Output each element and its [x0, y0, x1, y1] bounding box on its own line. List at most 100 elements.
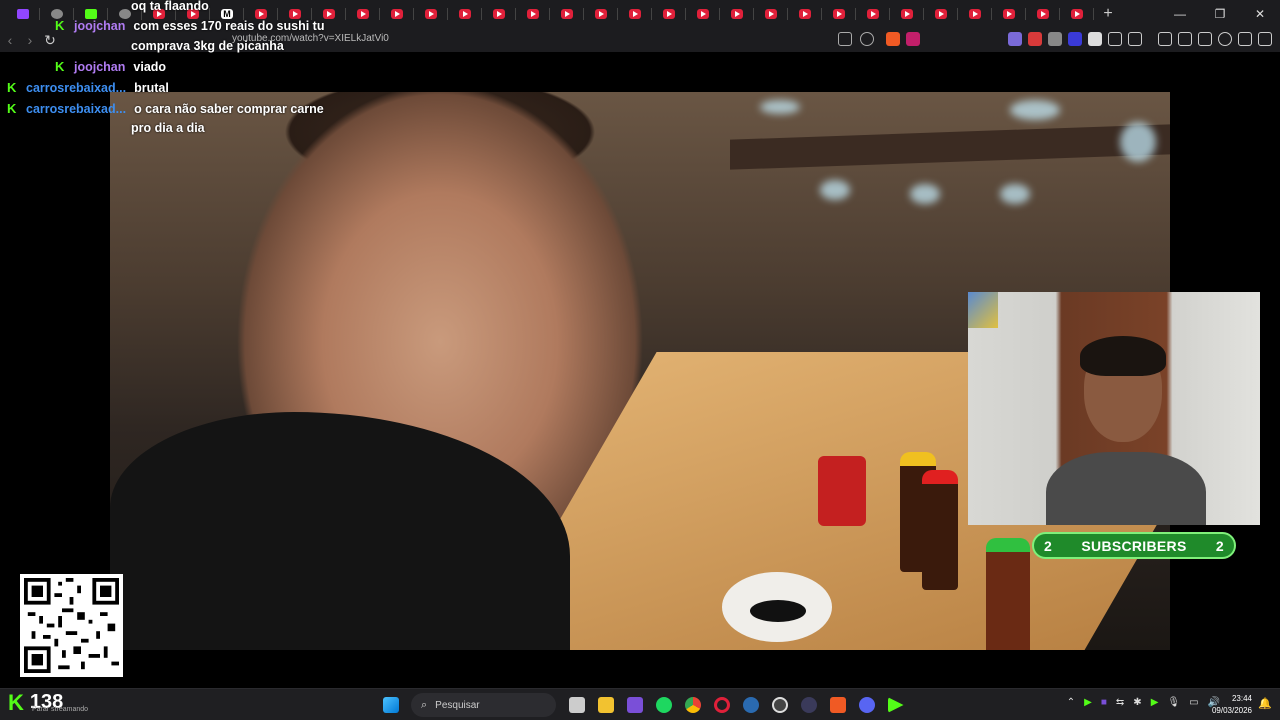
- tab-youtube[interactable]: [1060, 3, 1094, 25]
- extension-icon[interactable]: [1008, 32, 1022, 46]
- spotify-button[interactable]: [649, 692, 678, 718]
- tab-youtube[interactable]: [652, 3, 686, 25]
- chat-username[interactable]: joojchan: [74, 16, 125, 36]
- tray-app-icon[interactable]: ✱: [1133, 697, 1141, 708]
- back-icon[interactable]: ‹: [0, 32, 20, 48]
- extension-icon[interactable]: [1068, 32, 1082, 46]
- tab-youtube[interactable]: [414, 3, 448, 25]
- tab-youtube[interactable]: [992, 3, 1026, 25]
- chat-message-text: viado: [133, 60, 167, 74]
- folder-icon: [597, 697, 614, 713]
- tab-youtube[interactable]: [720, 3, 754, 25]
- youtube-icon: [425, 9, 437, 19]
- taskbar-apps: ⌕ Pesquisar: [376, 692, 910, 718]
- tab-youtube[interactable]: [380, 3, 414, 25]
- new-tab-button[interactable]: +: [1094, 5, 1122, 23]
- chat-username[interactable]: carrosrebaixad...: [26, 78, 126, 98]
- tray-app-icon[interactable]: ■: [1101, 697, 1107, 708]
- light: [1120, 122, 1156, 162]
- app-button[interactable]: [881, 692, 910, 718]
- microphone-icon[interactable]: 🎙: [1167, 697, 1180, 708]
- steam-button[interactable]: [736, 692, 765, 718]
- opera-icon: [713, 697, 730, 713]
- soda-can: [818, 456, 866, 526]
- tab-youtube[interactable]: [550, 3, 584, 25]
- brave-icon: [829, 697, 846, 713]
- close-button[interactable]: ✕: [1240, 0, 1280, 28]
- tab-youtube[interactable]: [686, 3, 720, 25]
- chevron-up-icon[interactable]: ⌃: [1067, 697, 1075, 708]
- discord-button[interactable]: [852, 692, 881, 718]
- app-button[interactable]: [620, 692, 649, 718]
- tray-app-icon[interactable]: ▶: [1151, 697, 1159, 708]
- subscribers-left-count: 2: [1044, 537, 1053, 554]
- notification-icon[interactable]: 🔔: [1258, 697, 1272, 710]
- vpn-icon[interactable]: [1238, 32, 1252, 46]
- menu-icon[interactable]: [1258, 32, 1272, 46]
- extension-icon[interactable]: [1028, 32, 1042, 46]
- start-button[interactable]: [376, 692, 405, 718]
- task-view-button[interactable]: [562, 692, 591, 718]
- soy-sauce: [750, 600, 806, 622]
- brave-shields-icon[interactable]: [886, 32, 900, 46]
- cast-icon[interactable]: [838, 32, 852, 46]
- tab-twitch[interactable]: [6, 3, 40, 25]
- music-icon[interactable]: [1158, 32, 1172, 46]
- sidebar-icon[interactable]: [1178, 32, 1192, 46]
- chrome-button[interactable]: [678, 692, 707, 718]
- share-icon[interactable]: [860, 32, 874, 46]
- brave-button[interactable]: [823, 692, 852, 718]
- tab-youtube[interactable]: [346, 3, 380, 25]
- tab-youtube[interactable]: [448, 3, 482, 25]
- tab-youtube[interactable]: [618, 3, 652, 25]
- chat-username[interactable]: joojchan: [74, 57, 125, 77]
- tray-app-icon[interactable]: ⇆: [1116, 697, 1124, 708]
- brave-rewards-icon[interactable]: [906, 32, 920, 46]
- chat-message-text: brutal: [134, 81, 169, 95]
- chrome-icon: [684, 697, 701, 713]
- youtube-icon: [391, 9, 403, 19]
- tab-youtube[interactable]: [856, 3, 890, 25]
- opera-button[interactable]: [707, 692, 736, 718]
- tab-youtube[interactable]: [890, 3, 924, 25]
- youtube-icon: [595, 9, 607, 19]
- app-button[interactable]: [794, 692, 823, 718]
- kick-badge-icon: [7, 78, 19, 98]
- puzzle-icon[interactable]: [1108, 32, 1122, 46]
- wallet-icon[interactable]: [1198, 32, 1212, 46]
- tab-youtube[interactable]: [516, 3, 550, 25]
- extension-icon[interactable]: [1088, 32, 1102, 46]
- chat-message-text: pro dia a dia: [131, 121, 205, 135]
- obs-button[interactable]: [765, 692, 794, 718]
- extension-icon[interactable]: [1048, 32, 1062, 46]
- network-icon[interactable]: ▭: [1189, 697, 1198, 708]
- stream-canvas: 2 SUBSCRIBERS 2: [0, 52, 1280, 688]
- tab-youtube[interactable]: [958, 3, 992, 25]
- webcam-feed: [968, 292, 1260, 525]
- tab-youtube[interactable]: [754, 3, 788, 25]
- maximize-button[interactable]: ❐: [1200, 0, 1240, 28]
- qr-code: [20, 574, 123, 677]
- screenshot-icon[interactable]: [1128, 32, 1142, 46]
- taskbar: K 138 Parar streamando ⌕ Pesquisar ⌃ ▶ ■…: [0, 688, 1280, 720]
- clock[interactable]: 23:44 09/03/2026: [1212, 693, 1252, 717]
- chat-username[interactable]: carrosrebaixad...: [26, 99, 126, 119]
- youtube-icon: [1003, 9, 1015, 19]
- tab-youtube[interactable]: [924, 3, 958, 25]
- youtube-icon: [697, 9, 709, 19]
- minimize-button[interactable]: —: [1160, 0, 1200, 28]
- kick-badge-icon: [55, 16, 67, 36]
- chat-message: joojchan com esses 170 reais do sushi tu: [55, 16, 324, 36]
- tab-youtube[interactable]: [1026, 3, 1060, 25]
- tab-youtube[interactable]: [788, 3, 822, 25]
- steam-icon: [742, 697, 759, 713]
- subscribers-label: SUBSCRIBERS: [1081, 537, 1187, 554]
- forward-icon[interactable]: ›: [20, 32, 40, 48]
- taskbar-search[interactable]: ⌕ Pesquisar: [411, 693, 556, 717]
- tab-youtube[interactable]: [584, 3, 618, 25]
- leo-icon[interactable]: [1218, 32, 1232, 46]
- tab-youtube[interactable]: [482, 3, 516, 25]
- file-explorer-button[interactable]: [591, 692, 620, 718]
- tab-youtube[interactable]: [822, 3, 856, 25]
- tray-app-icon[interactable]: ▶: [1084, 697, 1092, 708]
